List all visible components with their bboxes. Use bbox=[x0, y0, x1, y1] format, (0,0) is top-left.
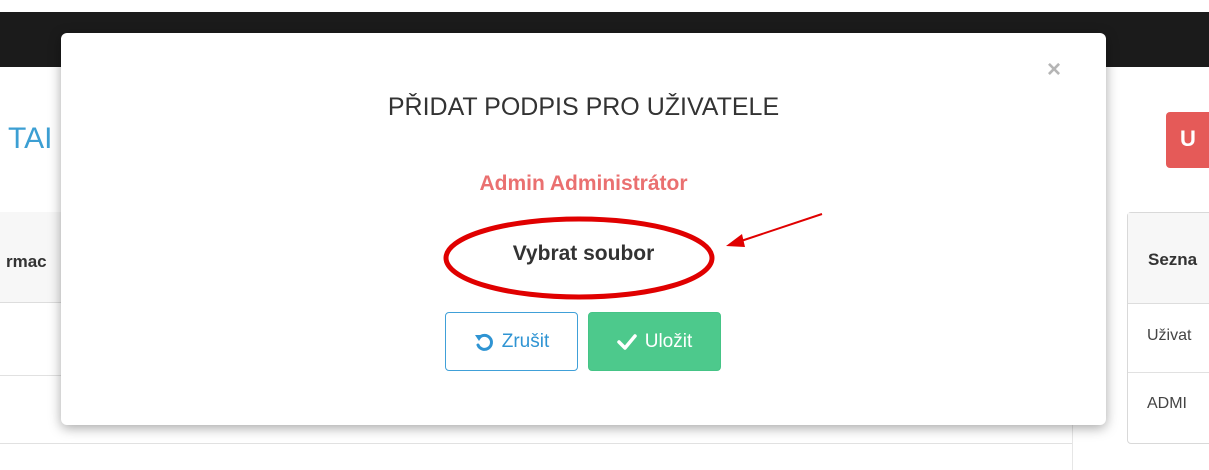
save-button[interactable]: Uložit bbox=[588, 312, 721, 371]
undo-icon bbox=[474, 332, 494, 352]
modal-title: PŘIDAT PODPIS PRO UŽIVATELE bbox=[387, 93, 780, 121]
save-button-label: Uložit bbox=[644, 330, 693, 352]
close-icon[interactable]: × bbox=[1047, 58, 1061, 82]
cancel-button[interactable]: Zrušit bbox=[445, 312, 578, 371]
user-name: Admin Administrátor bbox=[479, 172, 688, 195]
cancel-button-label: Zrušit bbox=[501, 330, 550, 352]
add-signature-modal: × PŘIDAT PODPIS PRO UŽIVATELE Admin Admi… bbox=[61, 33, 1106, 425]
file-select-link[interactable]: Vybrat soubor bbox=[61, 242, 1106, 266]
check-icon bbox=[616, 333, 637, 351]
